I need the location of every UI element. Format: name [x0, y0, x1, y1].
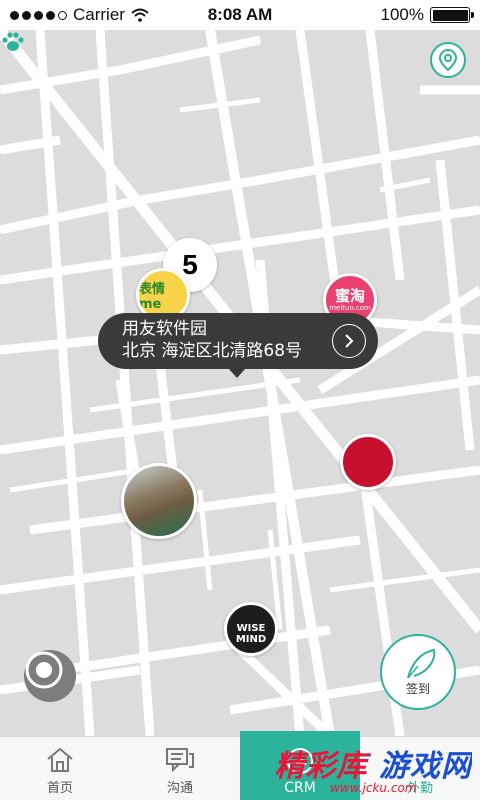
pin-meituo-sub: meituo.com: [329, 303, 371, 312]
battery-label: 100%: [380, 5, 424, 24]
status-right: 100%: [380, 5, 474, 25]
location-info-bubble[interactable]: 用友软件园 北京 海淀区北清路68号: [98, 313, 378, 378]
tab-chat[interactable]: 沟通: [120, 737, 240, 800]
pin-emoji-label: 表情me: [139, 282, 166, 312]
pin-wisemind-line1: WISE: [236, 623, 266, 634]
home-icon: [47, 747, 73, 772]
compass-icon: [25, 651, 63, 689]
location-pin-icon: [439, 49, 457, 71]
pin-wisemind-line2: MIND: [235, 634, 267, 645]
pin-red[interactable]: [340, 434, 396, 490]
map-view[interactable]: 5 表情me 蜜淘 meituo.com WISE MIND: [0, 30, 480, 736]
checkin-button[interactable]: 签到: [380, 634, 456, 710]
wifi-icon: [131, 8, 149, 22]
checkin-label: 签到: [405, 682, 430, 696]
pin-wisemind[interactable]: WISE MIND: [224, 602, 278, 656]
status-bar: Carrier 8:08 AM 100%: [0, 0, 480, 30]
status-left: Carrier: [10, 5, 149, 25]
watermark-main: 精彩库 游戏网: [275, 741, 472, 785]
watermark-logo: 精彩库 游戏网 www.jcku.com: [275, 741, 472, 795]
compass-button[interactable]: [24, 650, 76, 702]
signal-icon: [10, 10, 67, 20]
chevron-right-icon: [345, 334, 354, 348]
paw-icon[interactable]: [0, 30, 26, 54]
tab-home-label: 首页: [46, 781, 73, 796]
tab-chat-label: 沟通: [166, 781, 193, 796]
tab-home[interactable]: 首页: [0, 737, 120, 800]
carrier-label: Carrier: [73, 5, 125, 24]
pin-top-label: 5: [182, 249, 198, 280]
bubble-arrow-button[interactable]: [332, 324, 366, 358]
chat-icon: [166, 748, 194, 773]
pin-meituo-label: 蜜淘: [334, 286, 365, 305]
pin-photo[interactable]: [121, 463, 197, 539]
battery-icon: [430, 7, 474, 23]
locate-button[interactable]: [430, 42, 466, 78]
